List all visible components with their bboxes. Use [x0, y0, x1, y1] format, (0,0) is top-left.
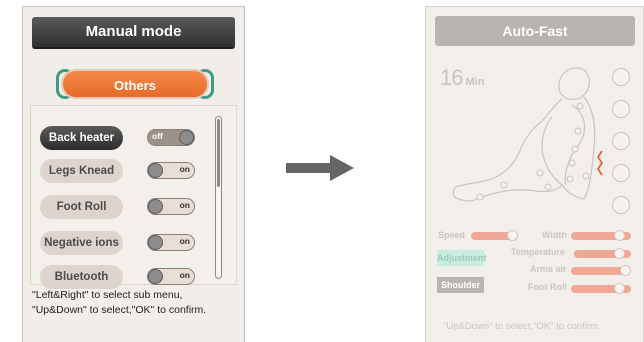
legs-knead-toggle[interactable]: on: [147, 162, 195, 179]
item-button-foot-roll[interactable]: Foot Roll: [40, 195, 123, 219]
point-circle: [612, 132, 630, 150]
category-selector[interactable]: Others: [56, 69, 214, 99]
foot-roll-slider[interactable]: [571, 283, 631, 294]
toggle-state: on: [179, 270, 190, 280]
toggle-knob: [148, 199, 163, 214]
toggle-knob: [148, 269, 163, 284]
instruction-text: "Up&Down" to select,"OK" to confirm.: [443, 321, 601, 332]
foot-roll-toggle[interactable]: on: [147, 198, 195, 215]
item-button-negative-ions[interactable]: Negative ions: [40, 231, 123, 255]
back-heater-toggle[interactable]: off: [147, 129, 195, 146]
point-circle: [612, 100, 630, 118]
right-arrow-icon: [286, 155, 354, 181]
width-slider[interactable]: [571, 230, 631, 241]
arms-air-slider[interactable]: [571, 265, 631, 276]
point-circle: [612, 68, 630, 86]
toggle-knob: [179, 130, 194, 145]
foot-roll-label: Foot Roll: [528, 282, 567, 292]
toggle-state: on: [179, 164, 190, 174]
instruction-line-1: "Left&Right" to select sub menu,: [32, 289, 183, 301]
toggle-state: on: [179, 236, 190, 246]
instruction-line-2: "Up&Down" to select,"OK" to confirm.: [32, 304, 207, 316]
speed-slider-knob[interactable]: [507, 230, 518, 241]
settings-list: Back heater off Legs Knead on Foot Roll …: [30, 105, 237, 289]
panel-title: Manual mode: [32, 17, 235, 47]
heat-indicator-icon: [597, 150, 603, 176]
category-label[interactable]: Others: [61, 69, 209, 99]
point-circle: [612, 196, 630, 214]
shoulder-button[interactable]: Shoulder: [437, 277, 484, 293]
speed-label: Speed: [438, 230, 466, 240]
foot-roll-slider-knob[interactable]: [614, 283, 625, 294]
point-circle: [612, 164, 630, 182]
bluetooth-toggle[interactable]: on: [147, 268, 195, 285]
toggle-knob: [148, 235, 163, 250]
item-button-back-heater[interactable]: Back heater: [40, 126, 123, 150]
temperature-slider-knob[interactable]: [614, 248, 625, 259]
arms-air-label: Arms air: [530, 264, 567, 274]
speed-slider[interactable]: [471, 230, 518, 241]
width-label: Width: [542, 230, 567, 240]
manual-mode-panel: Manual mode Others Back heater off Legs …: [22, 6, 245, 342]
body-figure-icon: [452, 67, 603, 202]
auto-fast-panel: Auto-Fast 16 Min Speed Width Temperature…: [425, 6, 644, 342]
list-scrollbar[interactable]: [215, 116, 222, 279]
item-button-legs-knead[interactable]: Legs Knead: [40, 159, 123, 183]
width-slider-knob[interactable]: [614, 230, 625, 241]
item-button-bluetooth[interactable]: Bluetooth: [40, 265, 123, 289]
toggle-state: on: [179, 200, 190, 210]
scrollbar-thumb[interactable]: [217, 119, 220, 187]
temperature-label: Temperature: [511, 247, 565, 257]
adjustment-button[interactable]: Adjustment: [437, 250, 487, 266]
toggle-state: off: [152, 131, 163, 141]
temperature-slider[interactable]: [574, 248, 631, 259]
arms-air-slider-knob[interactable]: [620, 265, 631, 276]
toggle-knob: [148, 163, 163, 178]
negative-ions-toggle[interactable]: on: [147, 234, 195, 251]
instruction-text: "Left&Right" to select sub menu, "Up&Dow…: [32, 288, 206, 318]
panel-title: Auto-Fast: [435, 16, 635, 46]
